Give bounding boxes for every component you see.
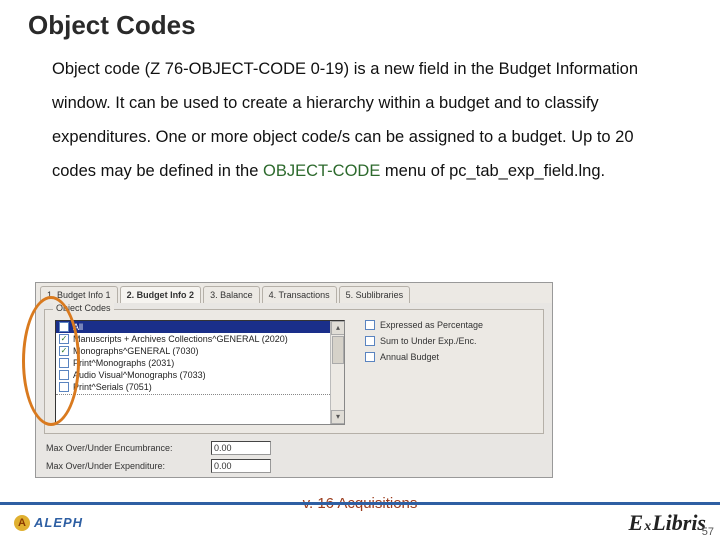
screenshot-window: 1. Budget Info 1 2. Budget Info 2 3. Bal…	[35, 282, 553, 478]
list-item-label: Monographs^GENERAL (7030)	[73, 346, 198, 356]
page-number: 57	[702, 526, 714, 538]
checkbox[interactable]	[59, 382, 69, 392]
exlibris-x: x	[644, 519, 651, 535]
list-item-label: Manuscripts + Archives Collections^GENER…	[73, 334, 288, 344]
tab-budget-info-2[interactable]: 2. Budget Info 2	[120, 286, 202, 303]
aleph-icon: A	[14, 515, 30, 531]
expenditure-row: Max Over/Under Expenditure: 0.00	[46, 459, 271, 473]
list-item[interactable]: Manuscripts + Archives Collections^GENER…	[56, 333, 344, 345]
list-item-label: Print^Monographs (2031)	[73, 358, 174, 368]
list-separator	[56, 394, 344, 395]
body-highlight: OBJECT-CODE	[263, 162, 380, 180]
check-row: Sum to Under Exp./Enc.	[365, 336, 483, 346]
tab-transactions[interactable]: 4. Transactions	[262, 286, 337, 303]
footer-bar: A ALEPH ExLibris	[0, 502, 720, 540]
checkbox-annual-budget[interactable]	[365, 352, 375, 362]
right-column: Expressed as Percentage Sum to Under Exp…	[365, 320, 483, 368]
body-code: Z 76-OBJECT-CODE 0-19	[150, 60, 343, 78]
check-row: Expressed as Percentage	[365, 320, 483, 330]
list-item[interactable]: All	[56, 321, 344, 333]
scroll-thumb[interactable]	[332, 336, 344, 364]
list-item-label: Audio Visual^Monographs (7033)	[73, 370, 206, 380]
check-label: Annual Budget	[380, 352, 439, 362]
encumbrance-row: Max Over/Under Encumbrance: 0.00	[46, 441, 271, 455]
exlibris-e: E	[629, 510, 644, 536]
list-item[interactable]: Monographs^GENERAL (7030)	[56, 345, 344, 357]
checkbox-percentage[interactable]	[365, 320, 375, 330]
checkbox[interactable]	[59, 370, 69, 380]
list-item[interactable]: Audio Visual^Monographs (7033)	[56, 369, 344, 381]
scroll-up-button[interactable]: ▴	[331, 321, 345, 335]
list-item[interactable]: Print^Monographs (2031)	[56, 357, 344, 369]
list-item-label: All	[73, 322, 83, 332]
group-label: Object Codes	[53, 303, 114, 313]
scrollbar[interactable]: ▴ ▾	[330, 321, 344, 424]
slide-title: Object Codes	[28, 10, 196, 41]
body-seg-3: menu of pc_tab_exp_field.lng.	[380, 162, 605, 180]
aleph-text: ALEPH	[34, 515, 83, 530]
check-label: Expressed as Percentage	[380, 320, 483, 330]
exlibris-logo: ExLibris	[629, 510, 706, 536]
tab-sublibraries[interactable]: 5. Sublibraries	[339, 286, 411, 303]
list-item-label: Print^Serials (7051)	[73, 382, 152, 392]
checkbox[interactable]	[59, 322, 69, 332]
body-seg-1: Object code (	[52, 60, 150, 78]
expenditure-label: Max Over/Under Expenditure:	[46, 461, 211, 471]
checkbox[interactable]	[59, 358, 69, 368]
tab-balance[interactable]: 3. Balance	[203, 286, 260, 303]
exlibris-rest: Libris	[652, 510, 706, 536]
slide: Object Codes Object code (Z 76-OBJECT-CO…	[0, 0, 720, 540]
body-text: Object code (Z 76-OBJECT-CODE 0-19) is a…	[52, 52, 662, 188]
checkbox[interactable]	[59, 346, 69, 356]
aleph-logo: A ALEPH	[14, 515, 83, 531]
expenditure-field[interactable]: 0.00	[211, 459, 271, 473]
tab-budget-info-1[interactable]: 1. Budget Info 1	[40, 286, 118, 303]
tab-bar: 1. Budget Info 1 2. Budget Info 2 3. Bal…	[36, 283, 552, 303]
list-item[interactable]: Print^Serials (7051)	[56, 381, 344, 393]
encumbrance-label: Max Over/Under Encumbrance:	[46, 443, 211, 453]
check-label: Sum to Under Exp./Enc.	[380, 336, 477, 346]
scroll-down-button[interactable]: ▾	[331, 410, 345, 424]
checkbox-sum-under[interactable]	[365, 336, 375, 346]
encumbrance-field[interactable]: 0.00	[211, 441, 271, 455]
checkbox[interactable]	[59, 334, 69, 344]
object-codes-group: Object Codes All Manuscripts + Archives …	[44, 309, 544, 434]
object-codes-listbox[interactable]: All Manuscripts + Archives Collections^G…	[55, 320, 345, 425]
check-row: Annual Budget	[365, 352, 483, 362]
